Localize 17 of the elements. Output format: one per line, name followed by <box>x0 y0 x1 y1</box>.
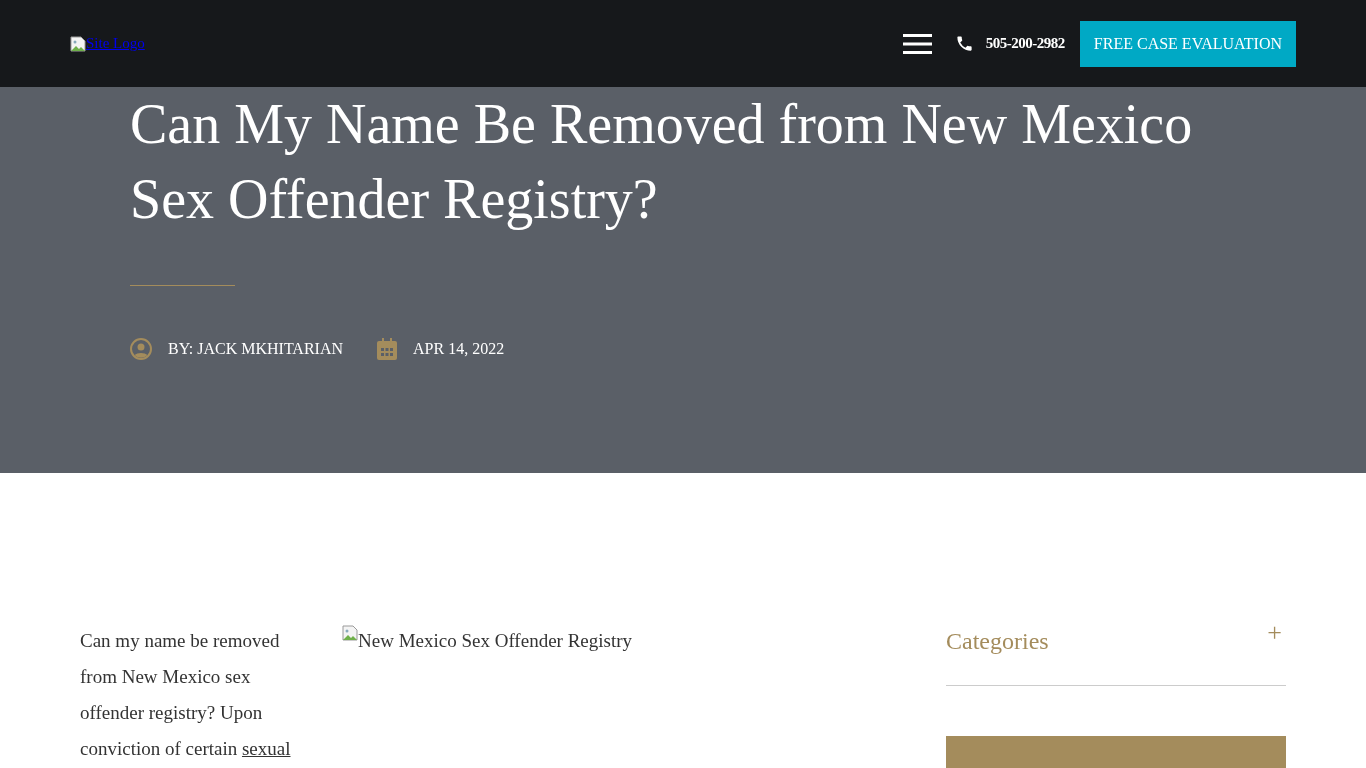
broken-image-icon <box>342 625 358 641</box>
phone-link[interactable]: 505-200-2982 <box>985 35 1065 52</box>
expand-toggle[interactable]: + <box>1263 619 1286 647</box>
image-alt-text: New Mexico Sex Offender Registry <box>358 629 633 653</box>
sexual-link[interactable]: sexual <box>241 738 291 759</box>
user-icon <box>130 338 152 360</box>
logo-link[interactable]: Site Logo <box>70 35 145 52</box>
article-paragraph: Can my name be removed from New Mexico sex offender registry? Upon conviction of certain sexual <box>80 629 292 761</box>
author-text: BY: JACK MKHITARIAN <box>168 340 344 358</box>
date-text: APR 14, 2022 <box>413 340 505 358</box>
article-title: Can My Name Be Removed from New Mexico Sex Offender Registry? <box>130 92 1194 232</box>
free-case-evaluation-button[interactable]: FREE CASE EVALUATION <box>1079 20 1296 67</box>
phone-icon <box>954 34 974 53</box>
menu-icon[interactable] <box>902 33 932 54</box>
calendar-icon <box>377 338 398 360</box>
categories-heading: Categories <box>946 627 1049 656</box>
broken-image-icon <box>70 35 86 52</box>
